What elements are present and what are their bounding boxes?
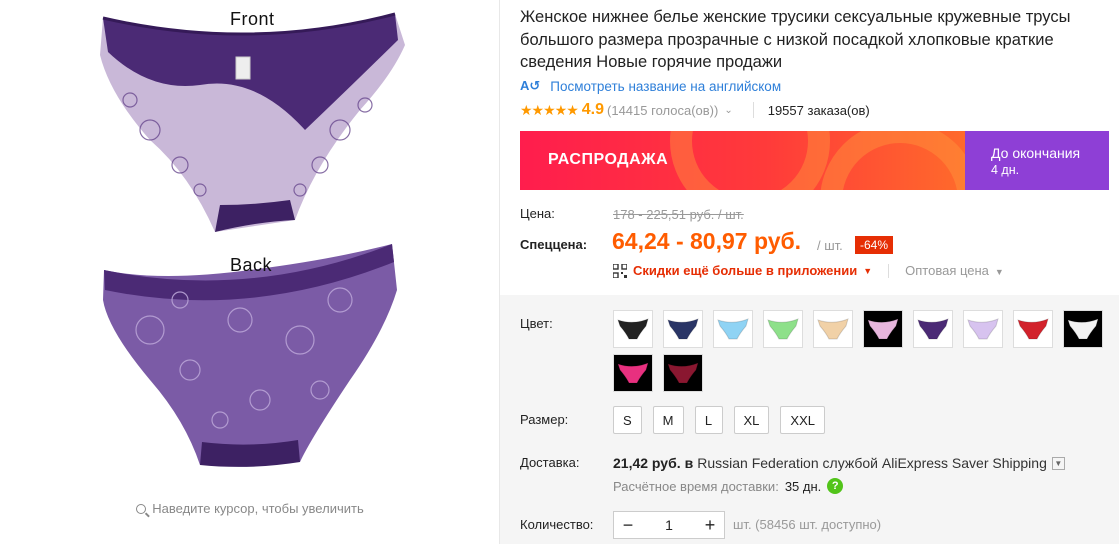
swatch-thumbnail [767,318,799,340]
divider [888,263,890,278]
sale-banner: РАСПРОДАЖА [520,131,965,190]
color-swatch-black[interactable] [613,310,653,348]
color-swatch-lavender[interactable] [963,310,1003,348]
estimate-label: Расчётное время доставки: [613,478,779,494]
swatch-thumbnail [617,318,649,340]
banner-decoration [820,131,965,190]
color-swatch-purple[interactable] [913,310,953,348]
estimate-value: 35 дн. [784,478,822,494]
swatch-thumbnail [967,318,999,340]
color-swatch-green[interactable] [763,310,803,348]
swatch-thumbnail [667,362,699,384]
divider [752,102,754,118]
sale-label: РАСПРОДАЖА [548,151,669,168]
zoom-hint-text: Наведите курсор, чтобы увеличить [152,501,364,516]
color-swatch-white[interactable] [1063,310,1103,348]
color-swatch-beige[interactable] [813,310,853,348]
delivery-estimate: Расчётное время доставки: 35 дн. ? [613,478,844,494]
swatch-thumbnail [1067,318,1099,340]
size-option-s[interactable]: S [613,406,642,434]
shipping-via: в [684,455,694,471]
special-price: 64,24 - 80,97 руб. [612,228,802,254]
color-swatch-navy[interactable] [663,310,703,348]
quantity-stepper[interactable]: − 1 + [613,511,725,539]
color-swatch-hot-pink[interactable] [613,354,653,392]
decrease-button[interactable]: − [614,512,642,538]
swatch-thumbnail [917,318,949,340]
chevron-down-icon[interactable]: ▼ [1051,456,1065,470]
increase-button[interactable]: + [696,512,724,538]
color-label: Цвет: [520,316,553,331]
size-option-l[interactable]: L [694,406,723,434]
wholesale-price-toggle[interactable]: Оптовая цена ▼ [905,263,1004,278]
size-option-xxl[interactable]: XXL [780,406,825,434]
app-discount-link[interactable]: Скидки ещё больше в приложении [633,263,857,278]
product-photos[interactable] [0,0,500,500]
price-label: Цена: [520,206,555,221]
front-photo [100,12,405,232]
magnifier-icon [136,504,147,514]
caret-down-icon[interactable]: ▼ [863,266,872,276]
rating-stars-icon: ★★★★★ [520,101,579,118]
countdown-label: До окончания [991,145,1081,161]
size-label: Размер: [520,412,569,427]
swatch-thumbnail [817,318,849,340]
color-swatch-sky-blue[interactable] [713,310,753,348]
translate-icon[interactable]: A↺ [520,78,540,94]
swatch-thumbnail [717,318,749,340]
wholesale-label[interactable]: Оптовая цена [905,263,989,278]
product-title: Женское нижнее белье женские трусики сек… [520,8,1071,71]
product-info: Женское нижнее белье женские трусики сек… [500,0,1119,544]
color-swatch-pink[interactable] [863,310,903,348]
old-price: 178 - 225,51 руб. / шт. [613,207,744,222]
color-swatch-wine[interactable] [663,354,703,392]
translate-row[interactable]: A↺ Посмотреть название на английском [520,78,781,94]
app-discount-row: Скидки ещё больше в приложении ▼ Оптовая… [613,263,1004,278]
per-unit: / шт. [817,238,843,253]
help-icon[interactable]: ? [827,478,844,494]
quantity-available: шт. (58456 шт. доступно) [733,517,882,532]
shipping-label: Доставка: [520,455,580,470]
back-photo [103,244,397,467]
special-price-label: Спеццена: [520,237,588,252]
chevron-down-icon[interactable]: ⌄ [724,105,732,116]
front-label: Front [230,9,275,29]
sale-countdown: До окончания 4 дн. [965,131,1109,190]
shipping-carrier[interactable]: Russian Federation службой AliExpress Sa… [697,455,1047,471]
swatch-thumbnail [1017,318,1049,340]
quantity-input[interactable]: 1 [642,517,696,533]
rating-score: 4.9 [581,101,605,118]
caret-down-icon[interactable]: ▼ [995,267,1004,277]
discount-badge: -64% [855,236,894,254]
swatch-thumbnail [617,362,649,384]
color-swatch-red[interactable] [1013,310,1053,348]
size-option-xl[interactable]: XL [733,406,770,434]
color-swatches [613,310,1113,398]
orders-count: 19557 заказа(ов) [767,102,870,118]
banner-decoration [670,131,830,190]
zoom-hint: Наведите курсор, чтобы увеличить [0,501,500,516]
shipping-price: 21,42 руб. [613,455,681,471]
product-gallery[interactable]: Front Back Наведите курсор, чтобы увелич… [0,0,500,544]
size-options: S M L XL XXL [613,406,836,434]
swatch-thumbnail [867,318,899,340]
back-label: Back [230,255,273,275]
translate-link[interactable]: Посмотреть название на английском [550,79,781,94]
rating-row: ★★★★★ 4.9 (14415 голоса(ов)) ⌄ 19557 зак… [520,101,870,119]
quantity-label: Количество: [520,517,594,532]
qr-code-icon [613,263,627,278]
votes-count[interactable]: (14415 голоса(ов)) [607,103,718,118]
shipping-line: 21,42 руб. в Russian Federation службой … [613,455,1065,471]
swatch-thumbnail [667,318,699,340]
size-option-m[interactable]: M [652,406,684,434]
countdown-value: 4 дн. [991,163,1020,177]
